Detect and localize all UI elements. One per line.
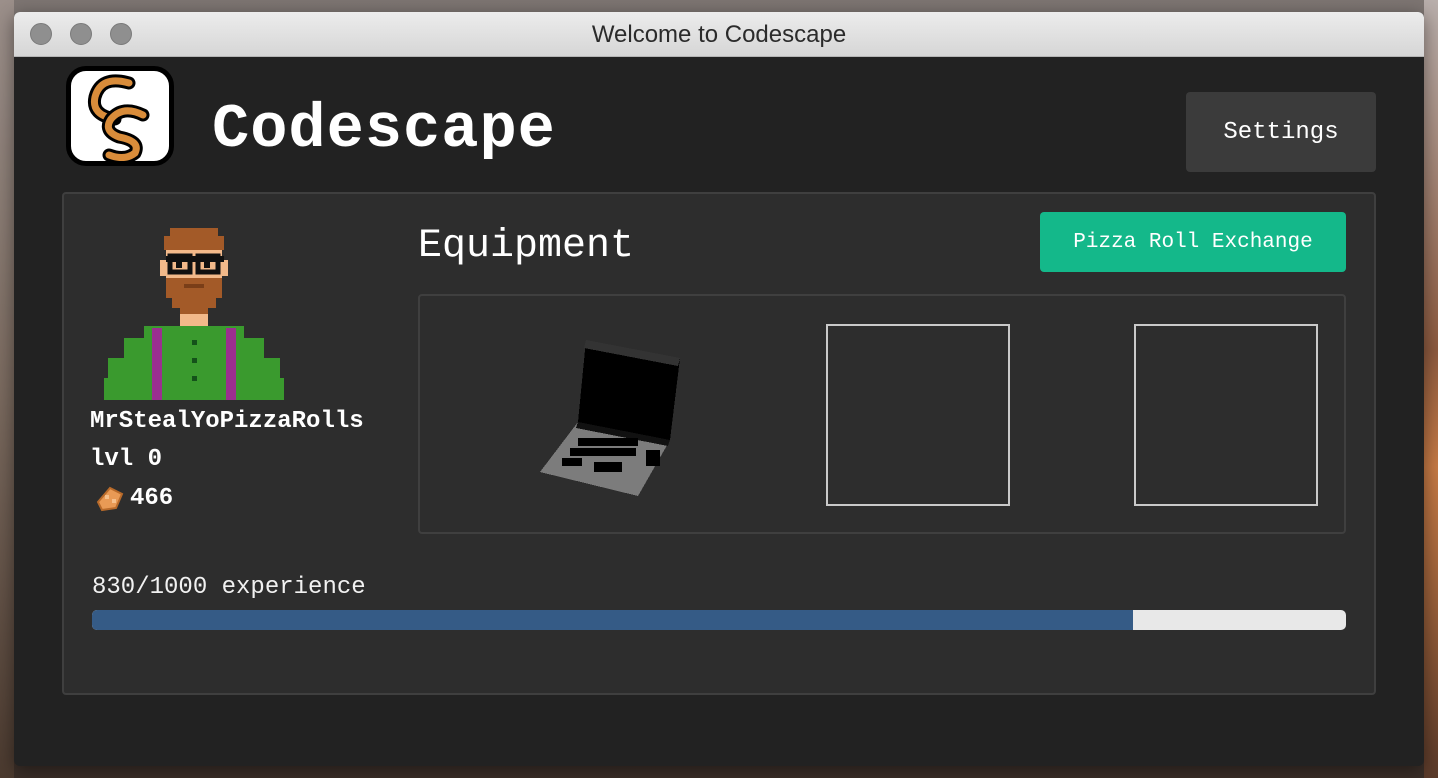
pizza-roll-icon [96, 486, 124, 512]
player-level: lvl 0 [90, 446, 163, 473]
desktop-background-right [1424, 0, 1438, 778]
equipment-slot-2[interactable] [826, 324, 1010, 506]
equipment-slots [418, 294, 1346, 534]
pizza-roll-exchange-button[interactable]: Pizza Roll Exchange [1040, 212, 1346, 272]
laptop-icon[interactable] [538, 338, 682, 498]
codescape-logo [66, 66, 174, 166]
app-title: Codescape [212, 94, 556, 165]
pizza-roll-count: 466 [130, 484, 174, 512]
experience-progress-bar [92, 610, 1346, 630]
experience-progress-fill [92, 610, 1133, 630]
player-avatar [104, 228, 284, 400]
desktop-background-left [0, 0, 14, 778]
profile-panel: MrStealYoPizzaRolls lvl 0 466 Equipment … [62, 192, 1376, 695]
window-title: Welcome to Codescape [591, 21, 847, 48]
equipment-title: Equipment [418, 224, 635, 269]
player-username: MrStealYoPizzaRolls [90, 408, 364, 435]
experience-label: 830/1000 experience [92, 574, 366, 601]
title-bar[interactable]: Welcome to Codescape [14, 12, 1424, 57]
app-window: Welcome to Codescape Codescape Settings [14, 12, 1424, 766]
equipment-slot-3[interactable] [1134, 324, 1318, 506]
settings-button[interactable]: Settings [1186, 92, 1376, 172]
pizza-roll-balance: 466 [92, 482, 173, 514]
